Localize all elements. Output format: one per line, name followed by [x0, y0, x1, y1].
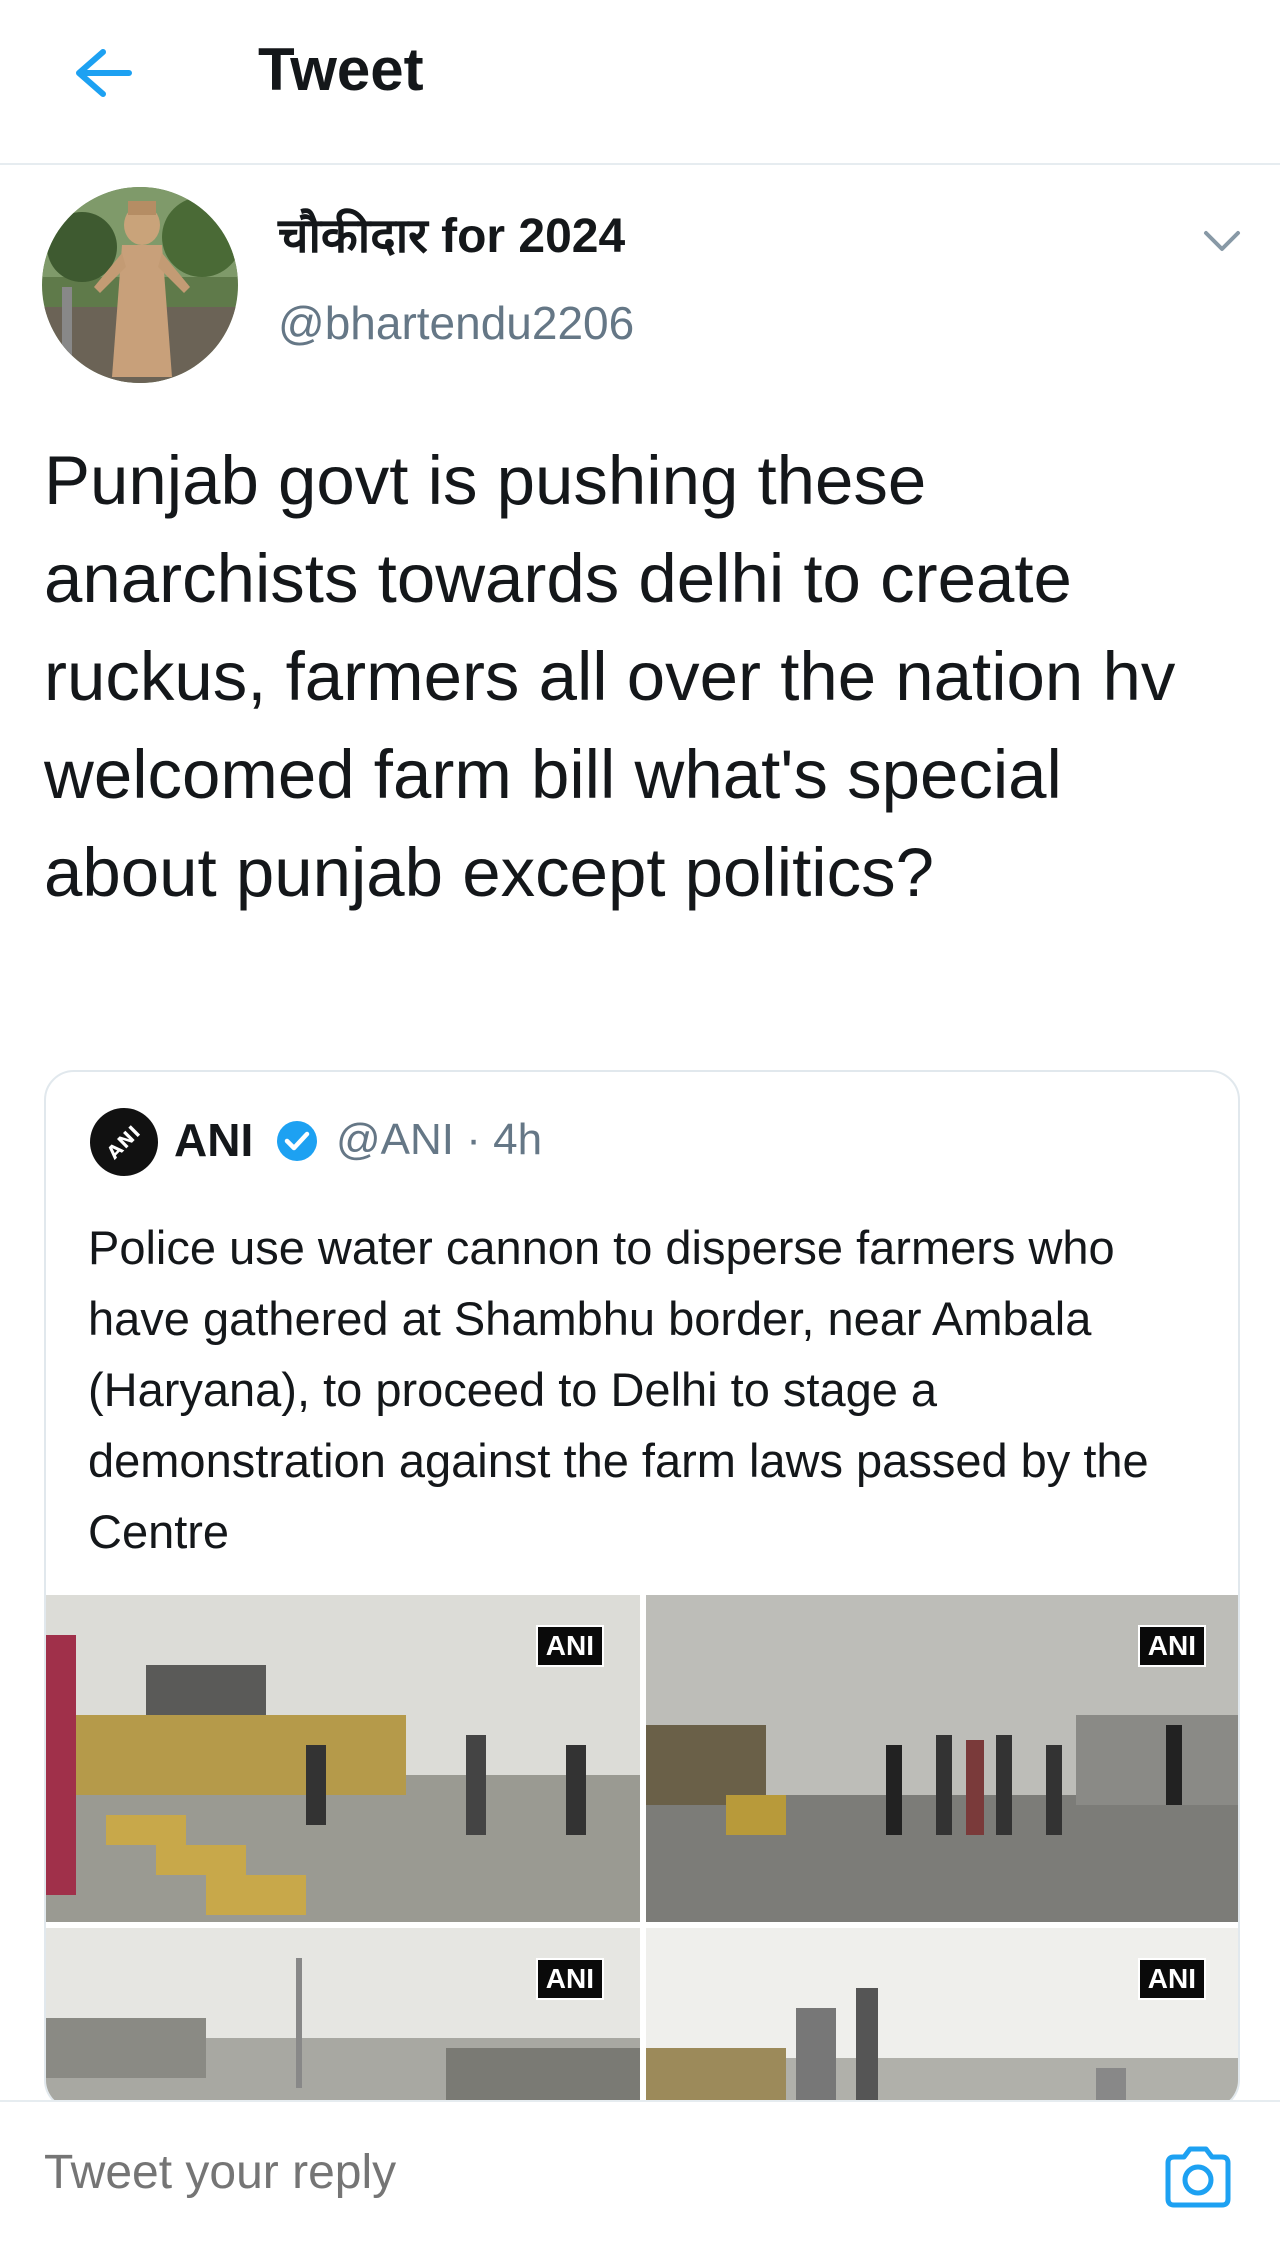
- media-image-4[interactable]: ANI: [646, 1928, 1238, 2108]
- tweet-text: Punjab govt is pushing these anarchists …: [44, 442, 1176, 911]
- reply-bar: [0, 2100, 1280, 2245]
- camera-icon: [1165, 2146, 1231, 2208]
- reply-input[interactable]: [44, 2138, 1094, 2208]
- author-display-name[interactable]: चौकीदार for 2024: [278, 207, 625, 267]
- top-bar: Tweet: [0, 0, 1280, 165]
- media-grid: ANI ANI ANI ANI: [46, 1595, 1238, 2108]
- back-arrow-icon: [76, 49, 132, 97]
- quoted-handle-time: @ANI · 4h: [336, 1115, 543, 1164]
- author-handle[interactable]: @bhartendu2206: [278, 295, 634, 351]
- avatar-statue-photo: [42, 187, 238, 383]
- quoted-tweet[interactable]: ANI ANI @ANI · 4h Police use water canno…: [44, 1070, 1240, 2110]
- media-image-2[interactable]: ANI: [646, 1595, 1238, 1922]
- media-watermark: ANI: [535, 1958, 604, 2000]
- media-watermark: ANI: [535, 1625, 604, 1667]
- avatar[interactable]: [42, 187, 238, 383]
- page-title: Tweet: [258, 36, 424, 103]
- ani-logo-icon: ANI: [90, 1108, 158, 1176]
- quoted-author-name: ANI: [174, 1114, 254, 1166]
- media-image-1[interactable]: ANI: [46, 1595, 640, 1922]
- chevron-down-icon: [1204, 231, 1240, 251]
- media-watermark: ANI: [1137, 1625, 1206, 1667]
- quoted-tweet-header: ANI ANI @ANI · 4h: [46, 1072, 1238, 1192]
- verified-badge-icon: [277, 1121, 317, 1161]
- more-options-button[interactable]: [1190, 210, 1254, 274]
- camera-button[interactable]: [1160, 2142, 1236, 2212]
- media-watermark: ANI: [1137, 1958, 1206, 2000]
- tweet-author: चौकीदार for 2024 @bhartendu2206: [0, 165, 1280, 405]
- water-cannon-scene-4: [646, 1928, 1238, 2108]
- media-image-3[interactable]: ANI: [46, 1928, 640, 2108]
- water-cannon-scene-3: [46, 1928, 640, 2108]
- back-button[interactable]: [58, 28, 148, 118]
- quoted-tweet-text: Police use water cannon to disperse farm…: [88, 1221, 1149, 1558]
